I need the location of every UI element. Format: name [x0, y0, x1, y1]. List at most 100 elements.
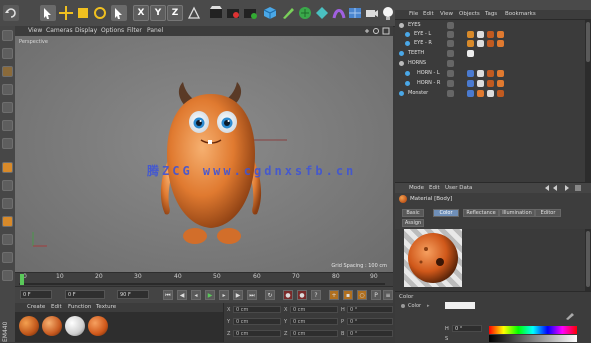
material-tag-icon[interactable]	[487, 31, 494, 38]
z-axis-lock-button[interactable]: Z	[167, 5, 183, 21]
viewport-nav-icons[interactable]	[363, 27, 391, 35]
menu-user-data[interactable]: User Data	[445, 185, 472, 191]
texture-tag-icon[interactable]	[477, 40, 484, 47]
visibility-icon[interactable]	[447, 90, 454, 97]
play-icon[interactable]: ▶	[205, 290, 215, 300]
move-icon[interactable]	[58, 5, 74, 21]
next-frame-icon[interactable]: ▸	[219, 290, 229, 300]
parameter-key-icon[interactable]: P	[371, 290, 381, 300]
color-picker-icon[interactable]	[565, 312, 575, 320]
scrollbar-thumb[interactable]	[586, 22, 590, 62]
edges-mode-icon[interactable]	[2, 120, 13, 131]
attribute-scrollbar[interactable]	[585, 229, 591, 291]
rotation-h-field[interactable]: 0 °	[347, 306, 393, 313]
visibility-icon[interactable]	[447, 70, 454, 77]
deformer-icon[interactable]	[331, 5, 347, 21]
material-tag-icon[interactable]	[497, 80, 504, 87]
make-editable-icon[interactable]	[2, 30, 13, 41]
autokey-icon[interactable]: ●	[297, 290, 307, 300]
material-preview[interactable]	[404, 229, 462, 287]
rotation-key-icon[interactable]: ○	[357, 290, 367, 300]
locked-workplane-icon[interactable]	[2, 234, 13, 245]
scale-icon[interactable]	[75, 5, 91, 21]
material-tag-icon[interactable]	[467, 40, 474, 47]
menu-edit[interactable]: Edit	[51, 304, 62, 310]
tab-assign[interactable]: Assign	[402, 219, 424, 227]
playhead[interactable]	[20, 274, 24, 285]
go-to-start-icon[interactable]: ⏮	[163, 290, 173, 300]
material-tag-icon[interactable]	[467, 50, 474, 57]
undo-icon[interactable]	[3, 5, 19, 21]
object-row-teeth[interactable]: TEETH	[395, 49, 585, 58]
position-key-icon[interactable]: +	[329, 290, 339, 300]
live-selection-icon[interactable]	[40, 5, 56, 21]
array-icon[interactable]	[314, 5, 330, 21]
next-key-icon[interactable]: ▶	[233, 290, 243, 300]
end-frame-field[interactable]: 90 F	[117, 290, 149, 299]
tab-basic[interactable]: Basic	[402, 209, 424, 217]
tweak-mode-icon[interactable]	[2, 180, 13, 191]
material-swatch[interactable]	[88, 316, 108, 336]
material-tag-icon[interactable]	[497, 90, 504, 97]
object-row-eye-r[interactable]: EYE - R	[395, 39, 585, 48]
cube-icon[interactable]	[262, 5, 278, 21]
hue-spectrum[interactable]	[489, 326, 577, 334]
object-row-eyes[interactable]: EYES	[395, 21, 585, 30]
3d-viewport[interactable]: Perspective 腾ZCG www.cgdnxsfb.cn Grid Sp…	[15, 36, 393, 272]
material-tag-icon[interactable]	[487, 40, 494, 47]
object-row-eye-l[interactable]: EYE - L	[395, 30, 585, 39]
timeline-ruler[interactable]: 0 10 20 30 40 50 60 70 80 90	[15, 272, 393, 287]
brightness-spectrum[interactable]	[489, 335, 577, 342]
menu-bookmarks[interactable]: Bookmarks	[505, 11, 536, 17]
tab-color[interactable]: Color	[433, 209, 459, 217]
coordinate-system-icon[interactable]	[186, 5, 202, 21]
material-tag-icon[interactable]	[497, 70, 504, 77]
material-tag-icon[interactable]	[497, 31, 504, 38]
keyframe-selection-icon[interactable]: ?	[311, 290, 321, 300]
snap-icon[interactable]	[2, 198, 13, 209]
color-swatch[interactable]	[445, 302, 475, 309]
tab-illumination[interactable]: Illumination	[499, 209, 535, 217]
size-z-field[interactable]: 0 cm	[290, 330, 338, 337]
rotation-p-field[interactable]: 0 °	[347, 318, 393, 325]
floor-environment-icon[interactable]	[347, 5, 363, 21]
object-row-horn-l[interactable]: HORN - L	[395, 69, 585, 78]
tab-editor[interactable]: Editor	[535, 209, 561, 217]
texture-tag-icon[interactable]	[477, 70, 484, 77]
light-icon[interactable]	[380, 5, 396, 21]
visibility-icon[interactable]	[447, 60, 454, 67]
subdivision-tag-icon[interactable]	[467, 70, 474, 77]
texture-tag-icon[interactable]	[477, 31, 484, 38]
rotate-icon[interactable]	[92, 5, 108, 21]
previous-frame-icon[interactable]: ◂	[191, 290, 201, 300]
enable-axis-icon[interactable]	[2, 162, 13, 173]
material-swatch[interactable]	[65, 316, 85, 336]
menu-texture[interactable]: Texture	[96, 304, 116, 310]
texture-tag-icon[interactable]	[477, 80, 484, 87]
object-row-horn-r[interactable]: HORN - R	[395, 79, 585, 88]
points-mode-icon[interactable]	[2, 102, 13, 113]
menu-create[interactable]: Create	[27, 304, 45, 310]
menu-cameras[interactable]: Cameras	[46, 27, 73, 34]
menu-display[interactable]: Display	[75, 27, 97, 34]
material-tag-icon[interactable]	[487, 70, 494, 77]
menu-options[interactable]: Options	[101, 27, 124, 34]
monster-character[interactable]	[15, 36, 393, 272]
render-picture-viewer-icon[interactable]	[225, 5, 241, 21]
grid-icon[interactable]	[2, 270, 13, 281]
menu-view[interactable]: View	[28, 27, 42, 34]
start-frame-field[interactable]: 0 F	[20, 290, 52, 299]
timeline-layout-icon[interactable]: ≡	[383, 290, 393, 300]
texture-tag-icon[interactable]	[487, 90, 494, 97]
visibility-icon[interactable]	[447, 50, 454, 57]
visibility-icon[interactable]	[447, 22, 454, 29]
object-row-monster[interactable]: Monster	[395, 89, 585, 98]
position-y-field[interactable]: 0 cm	[233, 318, 281, 325]
x-axis-lock-button[interactable]: X	[133, 5, 149, 21]
menu-edit[interactable]: Edit	[429, 185, 440, 191]
record-icon[interactable]: ●	[283, 290, 293, 300]
polygons-mode-icon[interactable]	[2, 138, 13, 149]
go-to-end-icon[interactable]: ⏭	[247, 290, 257, 300]
camera-icon[interactable]	[364, 5, 380, 21]
render-view-icon[interactable]	[208, 5, 224, 21]
